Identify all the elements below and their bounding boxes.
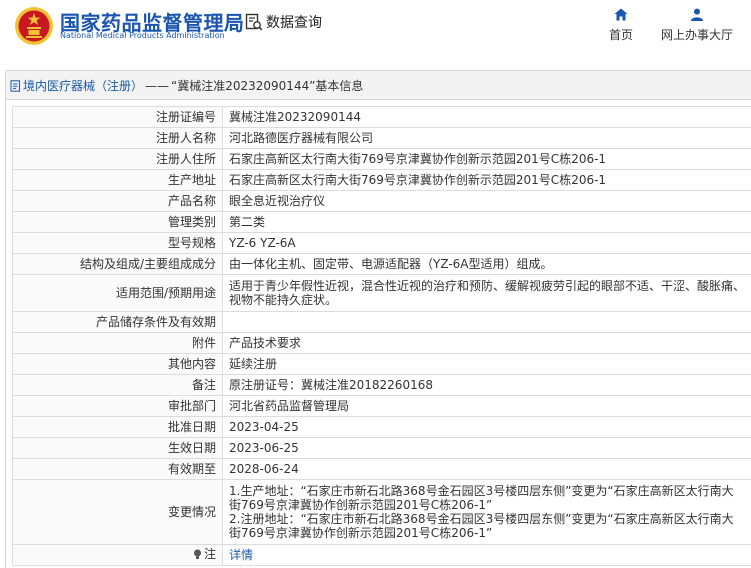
note-label: 注: [193, 547, 216, 561]
field-value: 2023-04-25: [223, 417, 751, 438]
field-value: 原注册证号：冀械注准20182260168: [223, 375, 751, 396]
field-value: 2028-06-24: [223, 459, 751, 480]
nav-online-hall[interactable]: 网上办事大厅: [656, 8, 738, 43]
field-label: 注册人名称: [13, 128, 223, 149]
note-row: 注详情: [13, 545, 751, 566]
field-value: 眼全息近视治疗仪: [223, 191, 751, 212]
breadcrumb-category-link[interactable]: 境内医疗器械（注册）: [23, 77, 143, 94]
table-row: 型号规格YZ-6 YZ-6A: [13, 233, 751, 254]
table-row: 生产地址石家庄高新区太行南大街769号京津冀协作创新示范园201号C栋206-1: [13, 170, 751, 191]
field-label: 变更情况: [13, 480, 223, 545]
field-value: 延续注册: [223, 354, 751, 375]
field-value: 由一体化主机、固定带、电源适配器（YZ-6A型适用）组成。: [223, 254, 751, 275]
table-row: 适用范围/预期用途适用于青少年假性近视，混合性近视的治疗和预防、缓解视疲劳引起的…: [13, 275, 751, 312]
table-row: 注册人名称河北路德医疗器械有限公司: [13, 128, 751, 149]
field-label: 附件: [13, 333, 223, 354]
table-row: 变更情况1.生产地址：“石家庄市新石北路368号金石园区3号楼四层东侧”变更为“…: [13, 480, 751, 545]
note-label-cell: 注: [13, 545, 223, 566]
table-row: 管理类别第二类: [13, 212, 751, 233]
site-subtitle: National Medical Products Administration: [60, 31, 225, 40]
data-query-link[interactable]: 数据查询: [245, 12, 322, 32]
field-value: 1.生产地址：“石家庄市新石北路368号金石园区3号楼四层东侧”变更为“石家庄高…: [223, 480, 751, 545]
field-label: 审批部门: [13, 396, 223, 417]
table-row: 产品储存条件及有效期: [13, 312, 751, 333]
panel-title-bar: 境内医疗器械（注册） —— “冀械注准20232090144”基本信息: [6, 71, 751, 100]
table-row: 注册证编号冀械注准20232090144: [13, 107, 751, 128]
note-label-text: 注: [204, 547, 216, 561]
field-label: 注册人住所: [13, 149, 223, 170]
table-row: 审批部门河北省药品监督管理局: [13, 396, 751, 417]
document-icon: [10, 80, 21, 92]
field-label: 有效期至: [13, 459, 223, 480]
details-link[interactable]: 详情: [229, 548, 253, 562]
note-value-cell: 详情: [223, 545, 751, 566]
breadcrumb: 境内医疗器械（注册） —— “冀械注准20232090144”基本信息: [10, 77, 363, 94]
field-label: 生产地址: [13, 170, 223, 191]
field-value: 石家庄高新区太行南大街769号京津冀协作创新示范园201号C栋206-1: [223, 170, 751, 191]
table-row: 生效日期2023-06-25: [13, 438, 751, 459]
nav-online-hall-label: 网上办事大厅: [656, 26, 738, 43]
site-header: 国家药品监督管理局 National Medical Products Admi…: [0, 0, 751, 62]
field-label: 管理类别: [13, 212, 223, 233]
field-value: YZ-6 YZ-6A: [223, 233, 751, 254]
search-document-icon: [245, 13, 263, 31]
breadcrumb-separator: ——: [145, 79, 169, 93]
nav-home-label: 首页: [605, 26, 637, 43]
field-label: 产品名称: [13, 191, 223, 212]
bulb-icon: [193, 549, 202, 560]
field-value: 第二类: [223, 212, 751, 233]
table-row: 产品名称眼全息近视治疗仪: [13, 191, 751, 212]
field-label: 其他内容: [13, 354, 223, 375]
field-label: 型号规格: [13, 233, 223, 254]
table-row: 有效期至2028-06-24: [13, 459, 751, 480]
table-row: 注册人住所石家庄高新区太行南大街769号京津冀协作创新示范园201号C栋206-…: [13, 149, 751, 170]
detail-panel: 境内医疗器械（注册） —— “冀械注准20232090144”基本信息 注册证编…: [5, 70, 751, 568]
field-label: 产品储存条件及有效期: [13, 312, 223, 333]
table-row: 批准日期2023-04-25: [13, 417, 751, 438]
field-label: 适用范围/预期用途: [13, 275, 223, 312]
field-label: 生效日期: [13, 438, 223, 459]
table-row: 备注原注册证号：冀械注准20182260168: [13, 375, 751, 396]
page-title: “冀械注准20232090144”基本信息: [171, 77, 363, 94]
table-row: 附件产品技术要求: [13, 333, 751, 354]
user-icon: [690, 8, 704, 21]
table-row: 结构及组成/主要组成成分由一体化主机、固定带、电源适配器（YZ-6A型适用）组成…: [13, 254, 751, 275]
table-row: 其他内容延续注册: [13, 354, 751, 375]
data-query-label: 数据查询: [266, 12, 322, 32]
field-value: 冀械注准20232090144: [223, 107, 751, 128]
nav-home[interactable]: 首页: [605, 8, 637, 43]
registration-info-table: 注册证编号冀械注准20232090144注册人名称河北路德医疗器械有限公司注册人…: [12, 106, 751, 566]
field-label: 备注: [13, 375, 223, 396]
field-label: 批准日期: [13, 417, 223, 438]
field-value: 产品技术要求: [223, 333, 751, 354]
field-value: 石家庄高新区太行南大街769号京津冀协作创新示范园201号C栋206-1: [223, 149, 751, 170]
national-emblem-icon: [14, 6, 54, 46]
field-value: 河北省药品监督管理局: [223, 396, 751, 417]
field-value: 适用于青少年假性近视，混合性近视的治疗和预防、缓解视疲劳引起的眼部不适、干涩、酸…: [223, 275, 751, 312]
field-label: 结构及组成/主要组成成分: [13, 254, 223, 275]
field-label: 注册证编号: [13, 107, 223, 128]
field-value: [223, 312, 751, 333]
field-value: 2023-06-25: [223, 438, 751, 459]
home-icon: [614, 8, 628, 21]
field-value: 河北路德医疗器械有限公司: [223, 128, 751, 149]
